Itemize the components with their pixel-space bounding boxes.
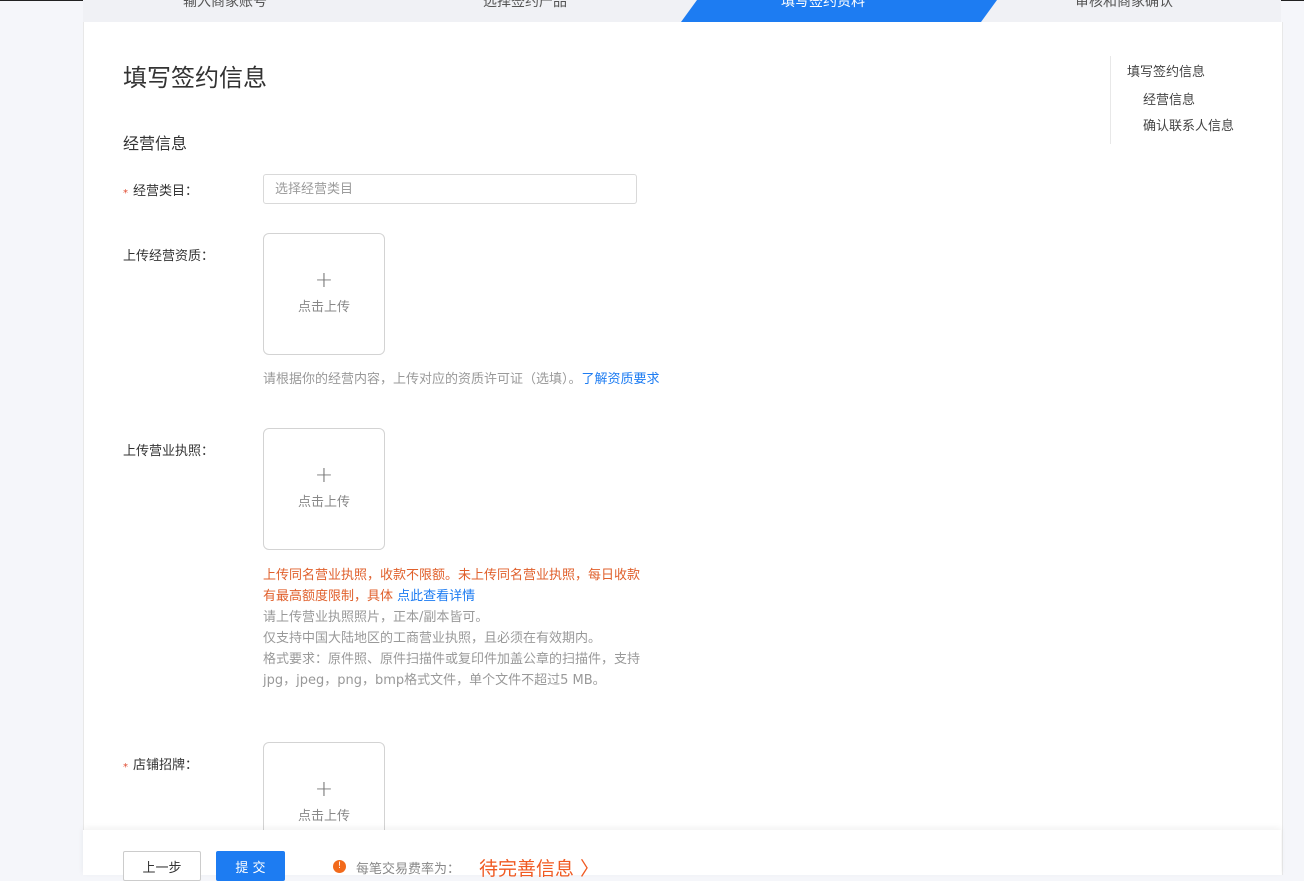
qualification-hint-text: 请根据你的经营内容，上传对应的资质许可证（选填）。 xyxy=(263,372,582,387)
plus-icon: + xyxy=(314,777,334,802)
license-details-link[interactable]: 点此查看详情 xyxy=(397,589,475,604)
fee-status-link[interactable]: 待完善信息 〉 xyxy=(479,854,599,881)
footer-bar: 上一步 提 交 ! 每笔交易费率为： 待完善信息 〉 xyxy=(83,830,1281,881)
step-3-label: 填写签约资料 xyxy=(781,0,865,10)
previous-step-button[interactable]: 上一步 xyxy=(123,851,201,881)
anchor-navigation: 填写签约信息 经营信息 确认联系人信息 xyxy=(1110,56,1261,144)
upload-text: 点击上传 xyxy=(297,300,350,315)
step-3-active: 填写签约资料 xyxy=(681,0,997,22)
license-warning: 上传同名营业执照，收款不限额。未上传同名营业执照，每日收款有最高额度限制，具体 … xyxy=(263,565,643,607)
license-hint: 上传同名营业执照，收款不限额。未上传同名营业执照，每日收款有最高额度限制，具体 … xyxy=(263,565,643,691)
upload-text: 点击上传 xyxy=(297,495,350,510)
step-4-label: 审核和商家确认 xyxy=(1075,0,1173,10)
anchor-nav-item-business-info[interactable]: 经营信息 xyxy=(1143,89,1195,108)
qualification-hint: 请根据你的经营内容，上传对应的资质许可证（选填）。了解资质要求 xyxy=(263,369,660,390)
category-label-text: 经营类目： xyxy=(133,184,199,199)
category-label: * 经营类目： xyxy=(123,180,198,199)
storefront-label-text: 店铺招牌： xyxy=(133,758,199,773)
page-title: 填写签约信息 xyxy=(123,64,267,92)
license-hint-line-1: 请上传营业执照照片，正本/副本皆可。 xyxy=(263,610,489,625)
fee-rate-label: 每笔交易费率为： xyxy=(356,862,461,877)
step-progress-bar: 输入商家账号 选择签约产品 填写签约资料 审核和商家确认 xyxy=(83,0,1281,22)
exclamation-icon: ! xyxy=(333,860,346,873)
qualification-label: 上传经营资质： xyxy=(123,249,215,264)
plus-icon: + xyxy=(314,463,334,488)
step-2-label: 选择签约产品 xyxy=(483,0,567,10)
storefront-label: * 店铺招牌： xyxy=(123,754,198,773)
qualification-upload-box[interactable]: + 点击上传 xyxy=(263,233,385,355)
upload-text: 点击上传 xyxy=(297,809,350,824)
submit-button[interactable]: 提 交 xyxy=(216,851,285,881)
step-1-label: 输入商家账号 xyxy=(183,0,267,10)
license-label: 上传营业执照： xyxy=(123,444,215,459)
category-select[interactable] xyxy=(263,174,637,204)
anchor-nav-main[interactable]: 填写签约信息 xyxy=(1127,61,1205,80)
anchor-nav-item-contact-info[interactable]: 确认联系人信息 xyxy=(1143,115,1234,134)
license-hint-line-3: 格式要求：原件照、原件扫描件或复印件加盖公章的扫描件，支持jpg，jpeg，pn… xyxy=(263,652,641,688)
qualification-requirements-link[interactable]: 了解资质要求 xyxy=(582,372,660,387)
license-upload-box[interactable]: + 点击上传 xyxy=(263,428,385,550)
required-mark: * xyxy=(123,762,128,773)
license-hint-line-2: 仅支持中国大陆地区的工商营业执照，且必须在有效期内。 xyxy=(263,631,602,646)
section-title-business-info: 经营信息 xyxy=(123,134,188,153)
required-mark: * xyxy=(123,188,128,199)
plus-icon: + xyxy=(314,268,334,293)
